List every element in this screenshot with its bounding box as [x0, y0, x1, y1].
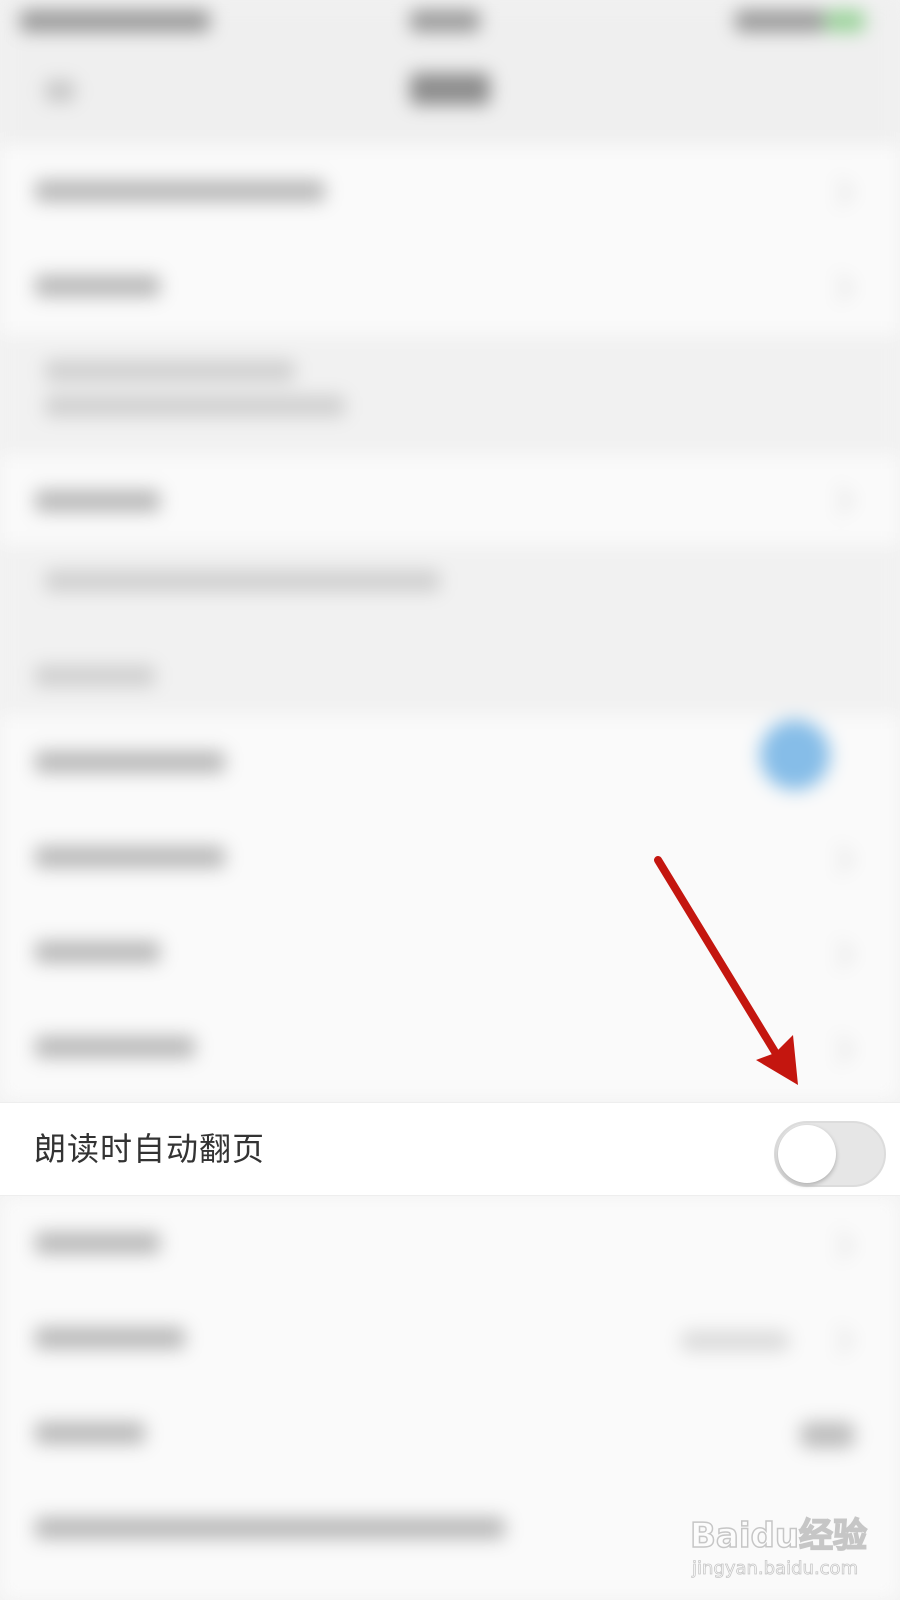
blurred-toggle [760, 720, 830, 790]
toggle-knob [778, 1125, 836, 1183]
status-bar [0, 0, 900, 45]
watermark-url: jingyan.baidu.com [692, 1558, 859, 1580]
baidu-watermark: Baidu经验 jingyan.baidu.com [680, 1500, 890, 1590]
title-bar [0, 45, 900, 145]
setting-row-label: 朗读时自动翻页 [34, 1130, 266, 1168]
setting-row-auto-page-turn[interactable]: 朗读时自动翻页 [0, 1102, 900, 1196]
watermark-logo: Baidu经验 [689, 1515, 868, 1557]
blurred-settings-background [0, 0, 900, 1600]
auto-page-turn-toggle[interactable] [774, 1121, 886, 1187]
